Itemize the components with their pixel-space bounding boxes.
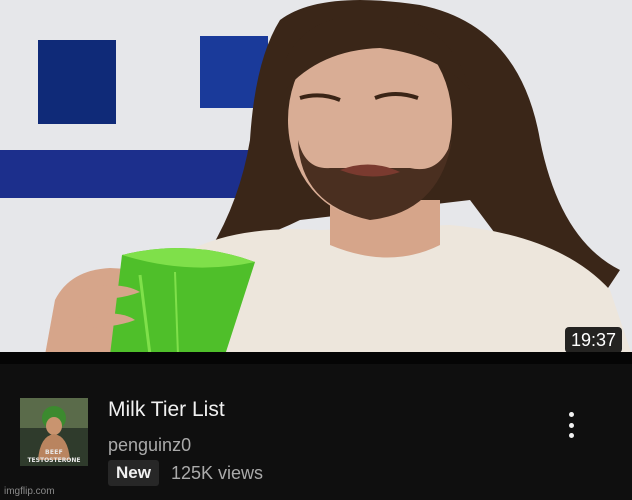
thumbnail-image (0, 0, 632, 355)
dot (568, 433, 574, 438)
thumbnail-bottom-bar (0, 352, 632, 364)
video-thumbnail[interactable]: 19:37 (0, 0, 632, 355)
dot (568, 412, 574, 417)
avatar-text-line2: TESTOSTERONE (27, 457, 81, 464)
watermark: imgflip.com (4, 486, 55, 497)
avatar-text-line1: BEEF (44, 449, 64, 456)
channel-name[interactable]: penguinz0 (108, 435, 191, 456)
channel-avatar[interactable]: BEEF TESTOSTERONE (20, 398, 88, 466)
video-meta: BEEF TESTOSTERONE Milk Tier List penguin… (0, 364, 632, 500)
video-title[interactable]: Milk Tier List (108, 398, 225, 422)
vertical-ellipsis-icon[interactable] (556, 408, 586, 442)
new-badge: New (108, 460, 159, 486)
duration-badge: 19:37 (564, 327, 622, 353)
view-count: 125K views (171, 463, 264, 483)
dot (568, 422, 574, 428)
